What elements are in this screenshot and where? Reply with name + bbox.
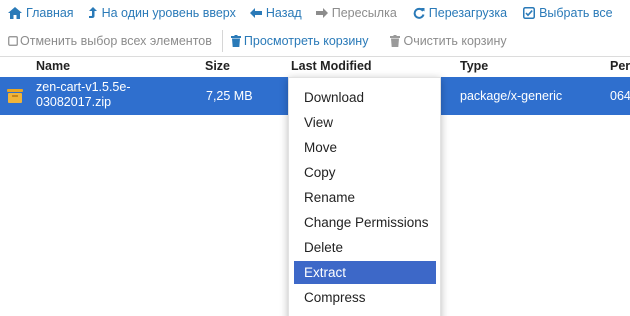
arrow-right-icon — [315, 7, 328, 19]
file-table-header: Name Size Last Modified Type Per — [0, 56, 630, 76]
back-label: Назад — [265, 6, 302, 20]
forward-label: Пересылка — [331, 6, 397, 20]
trash-icon — [230, 35, 241, 47]
reload-label: Перезагрузка — [428, 6, 508, 20]
file-type: package/x-generic — [460, 89, 563, 103]
select-all-button[interactable]: Выбрать все — [523, 6, 613, 20]
menu-item-delete[interactable]: Delete — [294, 236, 436, 259]
column-header-size[interactable]: Size — [205, 59, 230, 73]
menu-item-view[interactable]: View — [294, 111, 436, 134]
menu-item-move[interactable]: Move — [294, 136, 436, 159]
reload-button[interactable]: Перезагрузка — [413, 6, 507, 20]
menu-item-compress[interactable]: Compress — [294, 286, 436, 309]
file-size: 7,25 MB — [206, 89, 253, 103]
deselect-all-button[interactable]: Отменить выбор всех элементов — [8, 34, 212, 48]
home-button[interactable]: Главная — [8, 6, 74, 20]
view-trash-button[interactable]: Просмотреть корзину — [230, 34, 369, 48]
menu-item-download[interactable]: Download — [294, 86, 436, 109]
level-up-icon — [88, 7, 98, 19]
column-header-type[interactable]: Type — [460, 59, 488, 73]
file-name-line2: 03082017.zip — [36, 95, 112, 109]
deselect-all-label: Отменить выбор всех элементов — [20, 34, 212, 48]
trash-icon-disabled — [390, 35, 401, 47]
context-menu: Download View Move Copy Rename Change Pe… — [288, 77, 441, 316]
select-all-label: Выбрать все — [539, 6, 613, 20]
menu-item-copy[interactable]: Copy — [294, 161, 436, 184]
column-header-name[interactable]: Name — [36, 59, 70, 73]
column-header-last-modified[interactable]: Last Modified — [291, 59, 372, 73]
checkbox-checked-icon — [523, 7, 536, 19]
toolbar-divider — [221, 30, 223, 52]
up-one-level-button[interactable]: На один уровень вверх — [88, 6, 236, 20]
home-label: Главная — [26, 6, 74, 20]
home-icon — [8, 7, 22, 19]
menu-item-rename[interactable]: Rename — [294, 186, 436, 209]
arrow-left-icon — [249, 7, 262, 19]
toolbar-secondary: Отменить выбор всех элементов Просмотрет… — [0, 28, 630, 54]
file-permissions: 064 — [610, 89, 630, 103]
empty-trash-label: Очистить корзину — [403, 34, 507, 48]
forward-button[interactable]: Пересылка — [315, 6, 397, 20]
toolbar-primary: Главная На один уровень вверх Назад Пере… — [0, 0, 630, 26]
view-trash-label: Просмотреть корзину — [243, 34, 369, 48]
empty-trash-button[interactable]: Очистить корзину — [390, 34, 507, 48]
file-name-line1: zen-cart-v1.5.5e- — [36, 80, 131, 94]
checkbox-empty-icon — [8, 36, 18, 46]
archive-icon — [6, 88, 24, 107]
column-header-permissions[interactable]: Per — [610, 59, 630, 73]
refresh-icon — [413, 7, 425, 19]
menu-item-extract[interactable]: Extract — [294, 261, 436, 284]
file-name: zen-cart-v1.5.5e- 03082017.zip — [36, 80, 130, 110]
back-button[interactable]: Назад — [249, 6, 302, 20]
menu-item-change-permissions[interactable]: Change Permissions — [294, 211, 436, 234]
up-one-level-label: На один уровень вверх — [101, 6, 236, 20]
